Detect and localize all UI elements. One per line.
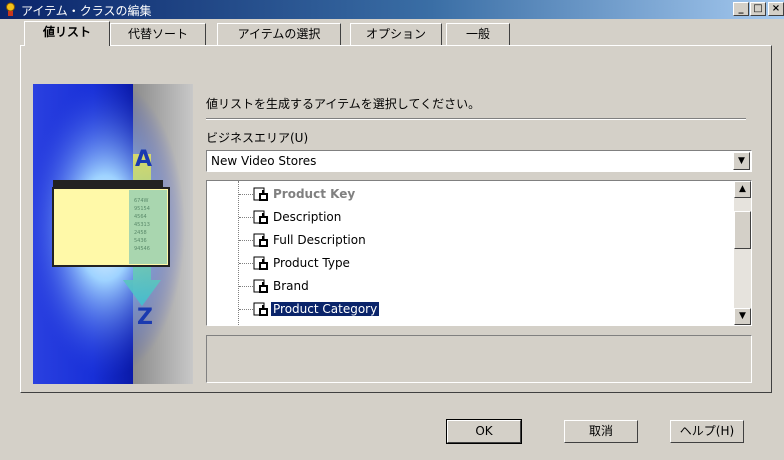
- tree-item-label: Product Type: [273, 256, 350, 270]
- business-area-dropdown[interactable]: New Video Stores ▼: [206, 150, 752, 172]
- item-icon: [253, 302, 268, 316]
- tree-item-label: Description: [273, 210, 342, 224]
- tab-general[interactable]: 一般: [446, 23, 510, 45]
- item-icon: [253, 233, 268, 247]
- tree-item-label: Brand: [273, 279, 309, 293]
- svg-text:A: A: [135, 147, 152, 172]
- business-area-label: ビジネスエリア(U): [206, 131, 309, 145]
- app-icon: [6, 2, 15, 16]
- business-area-value: New Video Stores: [211, 154, 317, 168]
- cancel-button[interactable]: 取消: [564, 420, 638, 443]
- item-icon: [253, 210, 268, 224]
- ok-button[interactable]: OK: [446, 419, 522, 444]
- close-button[interactable]: ×: [768, 2, 784, 16]
- window-title: アイテム・クラスの編集: [21, 4, 152, 18]
- svg-text:45313: 45313: [134, 222, 150, 228]
- tree-item-label: Product Key: [273, 187, 356, 201]
- description-area: [206, 335, 752, 383]
- scroll-thumb[interactable]: [734, 211, 751, 249]
- scroll-down-icon[interactable]: ▼: [734, 308, 751, 325]
- tab-value-list[interactable]: 値リスト: [24, 21, 110, 46]
- tab-options[interactable]: オプション: [350, 23, 442, 45]
- svg-text:5436: 5436: [134, 238, 147, 244]
- item-tree[interactable]: Product Key Description Full Description…: [206, 180, 752, 326]
- tab-alternate-sort[interactable]: 代替ソート: [110, 23, 206, 45]
- svg-text:4564: 4564: [134, 214, 147, 220]
- minimize-button[interactable]: _: [733, 2, 749, 16]
- dropdown-arrow-icon[interactable]: ▼: [733, 152, 750, 170]
- sort-illustration-icon: 674W 95154 4564 45313 2458 5436 94546 A …: [33, 84, 193, 384]
- svg-text:94546: 94546: [134, 246, 150, 252]
- item-icon: [253, 279, 268, 293]
- item-icon: [253, 256, 268, 270]
- tree-item-label: Product Category: [269, 301, 381, 317]
- separator: [206, 118, 746, 120]
- svg-text:Z: Z: [137, 305, 153, 330]
- svg-text:95154: 95154: [134, 206, 150, 212]
- maximize-button[interactable]: □: [750, 2, 766, 16]
- svg-text:674W: 674W: [134, 198, 149, 204]
- tree-item-label: Full Description: [273, 233, 366, 247]
- title-bar[interactable]: アイテム・クラスの編集 _ □ ×: [0, 0, 784, 19]
- tab-item-selection[interactable]: アイテムの選択: [217, 23, 341, 45]
- svg-text:2458: 2458: [134, 230, 147, 236]
- item-icon: [253, 187, 268, 201]
- instruction-text: 値リストを生成するアイテムを選択してください。: [206, 97, 481, 111]
- vertical-scrollbar[interactable]: ▲ ▼: [734, 181, 751, 325]
- scroll-up-icon[interactable]: ▲: [734, 181, 751, 198]
- tree-line: [238, 181, 239, 325]
- help-button[interactable]: ヘルプ(H): [670, 420, 744, 443]
